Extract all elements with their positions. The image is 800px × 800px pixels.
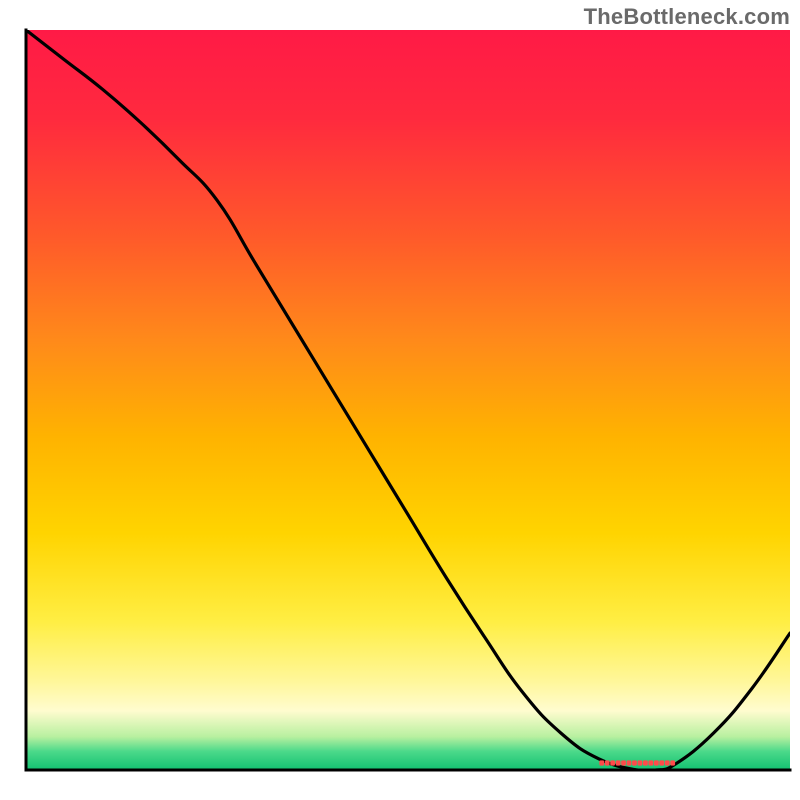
optimal-band-dot — [599, 760, 604, 765]
optimal-band-dot — [616, 760, 621, 765]
optimal-band-dot — [638, 760, 643, 765]
bottleneck-chart — [0, 0, 800, 800]
optimal-band-dot — [605, 760, 610, 765]
optimal-band-dot — [648, 760, 653, 765]
chart-stage: TheBottleneck.com — [0, 0, 800, 800]
optimal-band-dot — [665, 760, 670, 765]
optimal-band-dot — [632, 760, 637, 765]
optimal-band-dot — [670, 760, 675, 765]
optimal-band-dot — [643, 760, 648, 765]
optimal-band-dot — [627, 760, 632, 765]
optimal-band-dot — [659, 760, 664, 765]
optimal-band-dot — [654, 760, 659, 765]
gradient-background — [26, 30, 790, 770]
optimal-band-dot — [610, 760, 615, 765]
optimal-band-dot — [621, 760, 626, 765]
